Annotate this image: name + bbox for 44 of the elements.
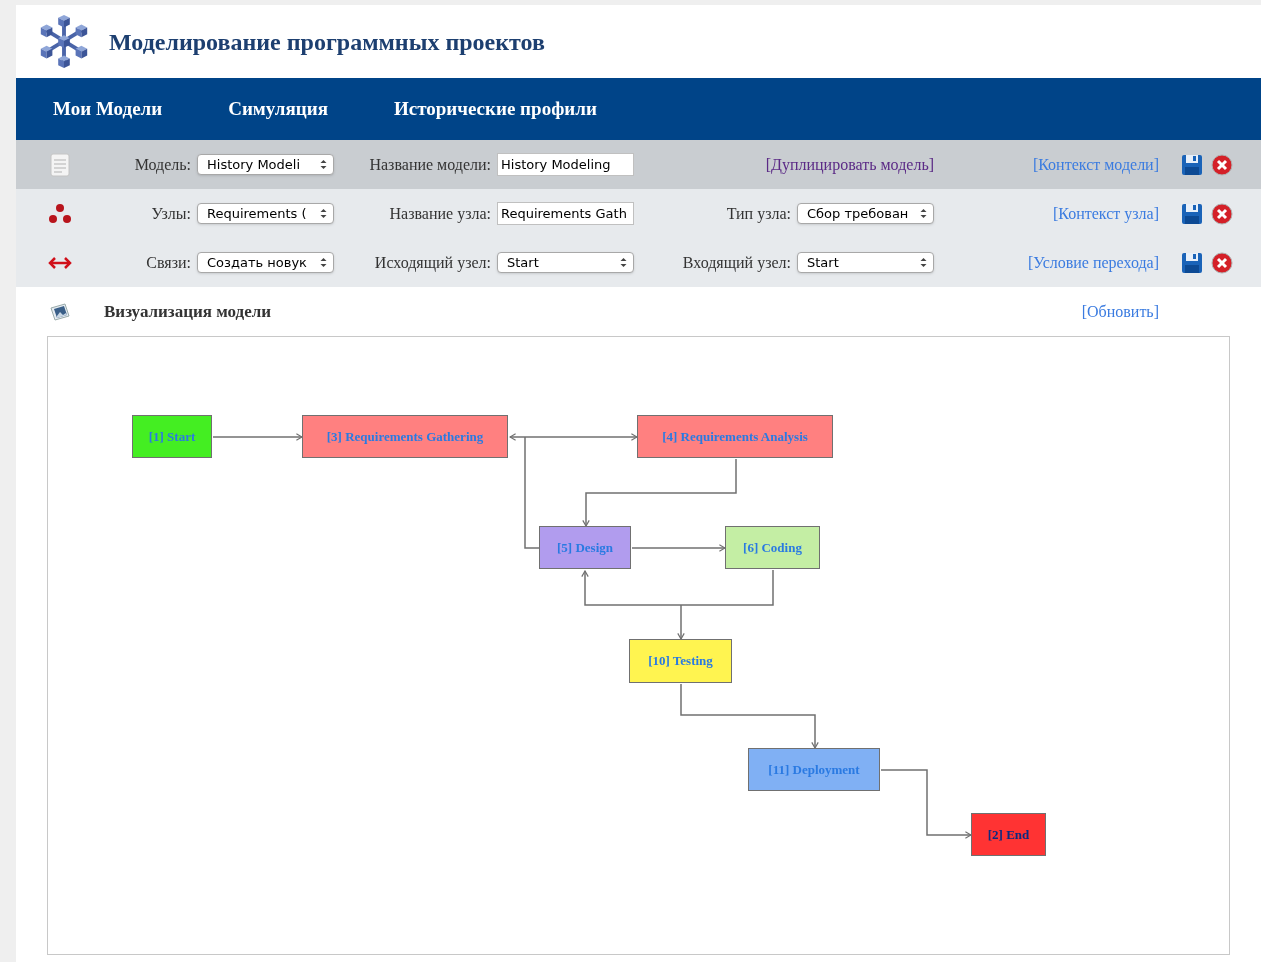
updown-arrows-icon xyxy=(620,257,627,268)
process-node[interactable]: [2] End xyxy=(971,813,1046,856)
image-icon xyxy=(49,301,71,322)
delete-icon[interactable] xyxy=(1211,251,1233,274)
text-field[interactable]: History Modeling xyxy=(497,153,634,176)
field-label: Связи: xyxy=(145,252,192,273)
nav-link[interactable]: Симуляция xyxy=(228,94,328,124)
save-icon[interactable] xyxy=(1181,153,1203,176)
text-field[interactable]: Requirements Gath xyxy=(497,202,634,225)
field-label: Входящий узел: xyxy=(681,252,792,274)
updown-arrows-icon xyxy=(320,159,327,170)
context-link[interactable]: [Контекст узла] xyxy=(934,201,1159,226)
page-title: Моделирование программных проектов xyxy=(109,27,545,57)
select-field[interactable]: Сбор требован xyxy=(797,203,934,224)
field-label: Название модели: xyxy=(368,154,492,176)
process-node[interactable]: [6] Coding xyxy=(725,526,820,569)
field-label: Узлы: xyxy=(150,203,192,224)
three-dots-icon xyxy=(48,202,72,225)
delete-icon[interactable] xyxy=(1211,153,1233,176)
duplicate-link[interactable]: [Дуплицировать модель] xyxy=(634,152,934,177)
process-node[interactable]: [10] Testing xyxy=(629,639,732,683)
select-field[interactable]: Requirements ( xyxy=(197,203,334,224)
double-arrow-icon xyxy=(48,255,72,270)
context-link[interactable]: [Условие перехода] xyxy=(934,250,1159,275)
field-label: Название узла: xyxy=(388,203,492,225)
updown-arrows-icon xyxy=(320,208,327,219)
document-icon xyxy=(50,152,70,177)
field-label: Тип узла: xyxy=(725,203,792,225)
section-title: Визуализация модели xyxy=(104,300,273,323)
nav-link[interactable]: Исторические профили xyxy=(393,94,597,124)
updown-arrows-icon xyxy=(920,257,927,268)
save-icon[interactable] xyxy=(1181,202,1203,225)
delete-icon[interactable] xyxy=(1211,202,1233,225)
updown-arrows-icon xyxy=(320,257,327,268)
refresh-link[interactable]: [Обновить] xyxy=(1072,299,1159,324)
nav-link[interactable]: Мои Модели xyxy=(53,94,163,124)
field-label: Модель: xyxy=(133,154,192,176)
field-label: Исходящий узел: xyxy=(373,252,492,274)
select-field[interactable]: Start xyxy=(497,252,634,273)
select-field[interactable]: Создать новук xyxy=(197,252,334,273)
select-field[interactable]: History Modeli xyxy=(197,154,334,175)
select-field[interactable]: Start xyxy=(797,252,934,273)
save-icon[interactable] xyxy=(1181,251,1203,274)
updown-arrows-icon xyxy=(920,208,927,219)
